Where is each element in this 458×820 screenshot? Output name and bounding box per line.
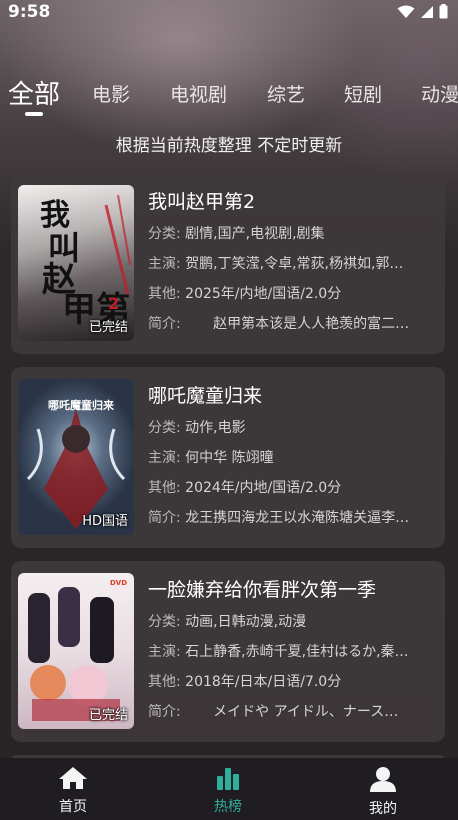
list-item[interactable]: 我 叫 赵 甲第 2 已完结 我叫赵甲第2 分类: 剧情,国产,电视剧,剧集 主… — [11, 173, 445, 354]
nav-profile[interactable]: 我的 — [338, 766, 428, 818]
category-tabs: 全部 电影 电视剧 综艺 短剧 动漫 — [0, 72, 458, 122]
poster-image: 我 叫 赵 甲第 2 已完结 — [18, 185, 134, 341]
item-other: 其他: 2018年/日本/日语/7.0分 — [148, 674, 342, 690]
item-title: 一脸嫌弃给你看胖次第一季 — [148, 579, 377, 601]
tab-variety[interactable]: 综艺 — [267, 80, 305, 107]
home-icon — [59, 767, 87, 789]
nav-home-label: 首页 — [59, 799, 87, 815]
svg-text:DVD: DVD — [110, 579, 127, 587]
svg-text:我: 我 — [40, 198, 70, 233]
nav-hot-list[interactable]: 热榜 — [183, 766, 273, 816]
list-item[interactable]: DVD 已完结 一脸嫌弃给你看胖次第一季 分类: 动画,日韩动漫,动漫 主演: … — [11, 561, 445, 742]
nav-hot-list-label: 热榜 — [214, 799, 242, 815]
nav-home[interactable]: 首页 — [28, 766, 118, 816]
svg-text:哪吒魔童归来: 哪吒魔童归来 — [48, 398, 115, 412]
tab-indicator — [25, 112, 43, 116]
tab-short-drama[interactable]: 短剧 — [344, 80, 382, 107]
signal-icon — [421, 5, 433, 18]
battery-icon — [439, 4, 448, 19]
item-cast: 主演: 石上静香,赤崎千夏,佳村はるか,秦… — [148, 644, 409, 660]
status-badge: 已完结 — [88, 320, 128, 335]
item-category: 分类: 动画,日韩动漫,动漫 — [148, 614, 307, 630]
list-item[interactable]: 哪吒魔童归来 HD国语 哪吒魔童归来 分类: 动作,电影 主演: 何中华 陈翊曈… — [11, 367, 445, 548]
tab-tv-series[interactable]: 电视剧 — [170, 80, 227, 107]
nav-profile-label: 我的 — [369, 801, 397, 817]
item-intro: 简介: 龙王携四海龙王以水淹陈塘关逼李… — [148, 510, 410, 526]
status-badge: 已完结 — [88, 708, 128, 723]
bottom-nav: 首页 热榜 我的 — [0, 758, 458, 820]
chart-icon — [217, 768, 239, 790]
poster-image: 哪吒魔童归来 HD国语 — [18, 379, 134, 535]
item-cast: 主演: 贺鹏,丁笑滢,令卓,常荻,杨祺如,郭… — [148, 256, 404, 272]
item-title: 我叫赵甲第2 — [148, 191, 256, 213]
item-category: 分类: 剧情,国产,电视剧,剧集 — [148, 226, 325, 242]
user-icon — [370, 767, 396, 792]
status-time: 9:58 — [8, 2, 51, 22]
item-intro: 简介: 赵甲第本该是人人艳羡的富二… — [148, 316, 410, 332]
tab-anime[interactable]: 动漫 — [421, 80, 458, 107]
list-subtitle: 根据当前热度整理 不定时更新 — [115, 136, 343, 156]
tab-movie[interactable]: 电影 — [92, 80, 130, 107]
item-title: 哪吒魔童归来 — [148, 385, 263, 407]
item-cast: 主演: 何中华 陈翊曈 — [148, 450, 274, 466]
item-intro: 简介: メイドや アイドル、ナース… — [148, 704, 399, 720]
item-other: 其他: 2025年/内地/国语/2.0分 — [148, 286, 342, 302]
tab-all[interactable]: 全部 — [8, 74, 60, 111]
svg-text:2: 2 — [108, 294, 119, 313]
wifi-icon — [397, 5, 415, 18]
status-icons — [397, 4, 448, 19]
poster-image: DVD 已完结 — [18, 573, 134, 729]
status-bar: 9:58 — [0, 0, 458, 26]
item-category: 分类: 动作,电影 — [148, 420, 246, 436]
item-other: 其他: 2024年/内地/国语/2.0分 — [148, 480, 342, 496]
status-badge: HD国语 — [82, 514, 128, 529]
